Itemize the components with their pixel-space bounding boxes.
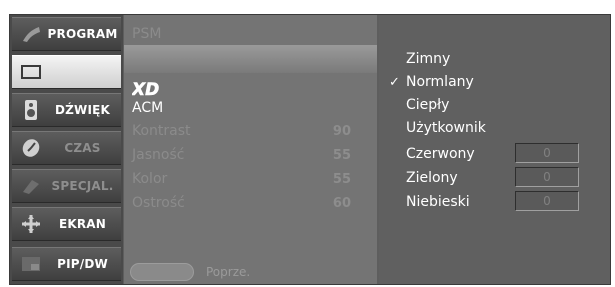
speaker-icon xyxy=(18,99,44,121)
category-label: EKRAN xyxy=(58,217,107,231)
category-special[interactable]: SPECJAL. xyxy=(12,169,121,203)
category-program[interactable]: PROGRAM xyxy=(12,17,121,51)
color-temperature-panel: Zimny ✓ Normlany Ciepły Użytkownik Czerw… xyxy=(379,15,610,284)
option-normal[interactable]: Normlany xyxy=(406,74,474,90)
category-picture[interactable] xyxy=(12,55,121,89)
contrast-value: 90 xyxy=(332,124,351,139)
previous-button[interactable] xyxy=(130,263,194,281)
category-label: CZAS xyxy=(64,141,101,155)
check-icon: ✓ xyxy=(389,75,400,90)
brightness-label[interactable]: Jasność xyxy=(132,147,184,163)
special-icon xyxy=(18,175,44,197)
category-screen[interactable]: EKRAN xyxy=(12,207,121,241)
option-warm[interactable]: Ciepły xyxy=(406,97,449,113)
category-pip[interactable]: PIP/DW xyxy=(12,247,121,281)
xd-logo: XD xyxy=(131,80,176,101)
option-cool[interactable]: Zimny xyxy=(406,51,450,67)
clock-icon xyxy=(18,137,44,159)
sharpness-label[interactable]: Ostrość xyxy=(132,195,185,211)
color-label[interactable]: Kolor xyxy=(132,171,167,187)
category-label: PIP/DW xyxy=(57,257,108,271)
psm-label[interactable]: PSM xyxy=(132,26,161,42)
contrast-label[interactable]: Kontrast xyxy=(132,123,191,139)
category-label: DŹWIĘK xyxy=(54,103,111,117)
green-value-box[interactable]: 0 xyxy=(515,167,579,187)
category-time[interactable]: CZAS xyxy=(12,131,121,165)
pip-icon xyxy=(18,253,44,275)
picture-icon xyxy=(18,61,44,83)
previous-label: Poprze. xyxy=(206,265,251,279)
blue-label: Niebieski xyxy=(406,194,470,210)
program-icon xyxy=(18,23,44,45)
category-label: SPECJAL. xyxy=(51,179,114,193)
red-label: Czerwony xyxy=(406,146,475,162)
svg-text:XD: XD xyxy=(132,81,159,97)
tv-osd-menu: PROGRAM DŹWIĘK CZAS SPECJAL. EKRAN PIP/D… xyxy=(9,14,611,285)
category-label: PROGRAM xyxy=(47,27,118,41)
brightness-value: 55 xyxy=(332,148,351,163)
submenu-highlight-band xyxy=(124,45,377,73)
acm-label[interactable]: ACM xyxy=(132,100,163,116)
category-sound[interactable]: DŹWIĘK xyxy=(12,93,121,127)
sharpness-value: 60 xyxy=(332,196,351,211)
picture-submenu: PSM XD ACM Kontrast 90 Jasność 55 Kolor … xyxy=(124,15,377,284)
screen-icon xyxy=(18,213,44,235)
blue-value-box[interactable]: 0 xyxy=(515,191,579,211)
green-label: Zielony xyxy=(406,170,458,186)
option-user[interactable]: Użytkownik xyxy=(406,120,486,136)
category-sidebar: PROGRAM DŹWIĘK CZAS SPECJAL. EKRAN PIP/D… xyxy=(10,15,123,284)
red-value-box[interactable]: 0 xyxy=(515,143,579,163)
color-value: 55 xyxy=(332,172,351,187)
